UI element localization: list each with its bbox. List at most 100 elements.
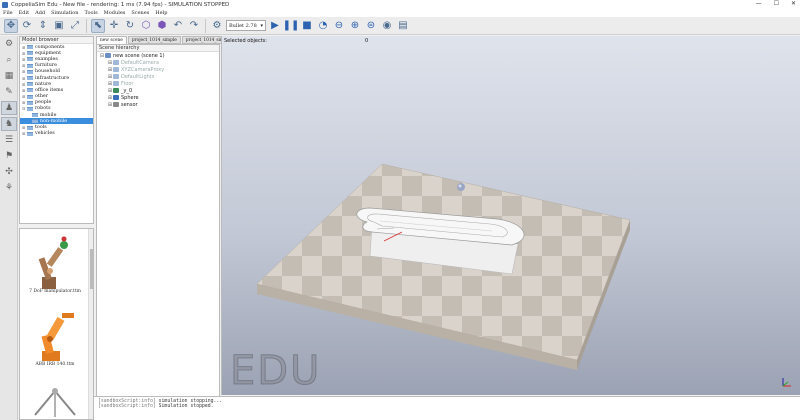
window-title: CoppeliaSim Edu - New file - rendering: … bbox=[11, 1, 230, 8]
folder-icon bbox=[27, 125, 33, 130]
hierarchy-item-label: DefaultLights bbox=[121, 73, 155, 80]
edu-watermark: EDU bbox=[229, 348, 322, 395]
hierarchy-item[interactable]: ⊞ _y_0 bbox=[97, 87, 219, 94]
shapes-edit-icon[interactable]: ♟ bbox=[1, 101, 17, 115]
hierarchy-item[interactable]: ⊞ DefaultLights bbox=[97, 73, 219, 80]
page-selector-icon[interactable]: ▤ bbox=[396, 19, 410, 33]
menu-file[interactable]: File bbox=[3, 10, 13, 16]
model-browser-toggle-icon[interactable]: ⚑ bbox=[1, 149, 17, 163]
paths-edit-icon[interactable]: ♞ bbox=[1, 117, 17, 131]
industrial-robot-icon bbox=[41, 313, 74, 361]
speed-up-icon[interactable]: ⊕ bbox=[348, 19, 362, 33]
scene-tab[interactable]: new scene bbox=[96, 36, 127, 44]
start-simulation-icon[interactable]: ▶ bbox=[268, 19, 282, 33]
redo-icon[interactable]: ↷ bbox=[187, 19, 201, 33]
shape-icon bbox=[113, 95, 119, 100]
folder-icon bbox=[27, 131, 33, 136]
object-shift-icon[interactable]: ✛ bbox=[107, 19, 121, 33]
hierarchy-item[interactable]: ⊞ Floor bbox=[97, 80, 219, 87]
maximize-button[interactable]: ☐ bbox=[774, 0, 779, 7]
click-select-icon[interactable]: ⬉ bbox=[91, 18, 105, 33]
slow-down-icon[interactable]: ⊖ bbox=[332, 19, 346, 33]
hierarchy-item-label: Floor bbox=[121, 80, 134, 87]
menu-add[interactable]: Add bbox=[35, 10, 45, 16]
physics-engine-icon: ⚙ bbox=[212, 20, 222, 31]
visualization-toggle-icon[interactable]: ◉ bbox=[380, 19, 394, 33]
folder-icon bbox=[27, 63, 33, 68]
folder-icon bbox=[27, 88, 33, 93]
left-toolbar: ⚙ ⌕ ▦ ✎ ♟ ♞ ☰ ⚑ ✣ ⚘ bbox=[0, 36, 18, 420]
folder-icon bbox=[27, 106, 33, 111]
folder-icon bbox=[32, 113, 38, 118]
main-toolbar: ✥ ⟳ ⇕ ▣ ⤢ ⬉ ✛ ↻ ⬡ ⬢ ↶ ↷ ⚙ Bullet 2.78 ▾ … bbox=[0, 17, 800, 35]
real-time-icon[interactable]: ◔ bbox=[316, 19, 330, 33]
model-thumbnail[interactable] bbox=[20, 385, 90, 419]
camera-pan-icon[interactable]: ✥ bbox=[4, 18, 18, 33]
camera-opening-icon[interactable]: ▣ bbox=[52, 19, 66, 33]
model-thumbnail-panel: 7 DoF manipulator.ttm ABB IRB 140.ttm bbox=[19, 228, 94, 420]
thumbnail-scrollbar[interactable] bbox=[88, 229, 93, 419]
toolbar-separator bbox=[86, 18, 87, 33]
hierarchy-item[interactable]: ⊞ sensor bbox=[97, 101, 219, 108]
fit-to-view-icon[interactable]: ⤢ bbox=[68, 19, 82, 33]
3d-viewport[interactable]: Selected objects: 0 EDU bbox=[221, 36, 800, 395]
thumbnail-label: 7 DoF manipulator.ttm bbox=[29, 289, 81, 294]
folder-icon bbox=[27, 82, 33, 87]
threaded-rendering-icon[interactable]: ⊜ bbox=[364, 19, 378, 33]
menu-scenes[interactable]: Scenes bbox=[131, 10, 149, 16]
menu-edit[interactable]: Edit bbox=[19, 10, 29, 16]
selection-icon[interactable]: ☰ bbox=[1, 133, 17, 147]
menu-tools[interactable]: Tools bbox=[85, 10, 98, 16]
stop-simulation-icon[interactable]: ■ bbox=[300, 19, 314, 33]
collections-icon[interactable]: ▦ bbox=[1, 69, 17, 83]
status-console[interactable]: [sandboxScript:info] simulation stopping… bbox=[94, 396, 800, 420]
hierarchy-item-label: new scene (scene 1) bbox=[113, 52, 165, 59]
calculation-modules-icon[interactable]: ⌕ bbox=[1, 53, 17, 67]
scene-hierarchy: Scene hierarchy ⊟ new scene (scene 1) ⊞ Def… bbox=[96, 44, 220, 420]
axes-indicator-icon bbox=[782, 378, 791, 387]
physics-engine-value: Bullet 2.78 bbox=[229, 22, 257, 29]
app-logo-icon bbox=[2, 1, 8, 8]
hierarchy-item-label: Sphere bbox=[121, 94, 139, 101]
menu-modules[interactable]: Modules bbox=[104, 10, 126, 16]
console-line: [sandboxScript:info] Simulation stopped. bbox=[98, 404, 214, 409]
menu-simulation[interactable]: Simulation bbox=[51, 10, 78, 16]
model-browser: Model browser ⊞ components ⊞ equipment ⊞ ex… bbox=[19, 36, 94, 224]
menu-help[interactable]: Help bbox=[155, 10, 167, 16]
model-thumbnail[interactable] bbox=[20, 305, 90, 365]
robot-arm-icon bbox=[38, 236, 68, 289]
camera-rotate-icon[interactable]: ⟳ bbox=[20, 19, 34, 33]
hierarchy-item[interactable]: ⊟ new scene (scene 1) bbox=[97, 52, 219, 59]
pause-simulation-icon[interactable]: ❚❚ bbox=[283, 19, 300, 33]
hierarchy-item[interactable]: ⊞ XYZCameraProxy bbox=[97, 66, 219, 73]
scene-icon bbox=[105, 53, 111, 58]
scrollbar-thumb[interactable] bbox=[90, 249, 93, 289]
hierarchy-item[interactable]: ⊞ DefaultCamera bbox=[97, 59, 219, 66]
hierarchy-item-label: sensor bbox=[121, 101, 138, 108]
scene-hierarchy-toggle-icon[interactable]: ✣ bbox=[1, 165, 17, 179]
folder-icon bbox=[27, 69, 33, 74]
camera-icon bbox=[113, 60, 119, 65]
hierarchy-item-label: XYZCameraProxy bbox=[121, 66, 165, 73]
assemble-icon[interactable]: ⬡ bbox=[139, 19, 153, 33]
camera-shift-icon[interactable]: ⇕ bbox=[36, 19, 50, 33]
hierarchy-item[interactable]: ⊞ Sphere bbox=[97, 94, 219, 101]
model-browser-title: Model browser bbox=[20, 37, 93, 44]
folder-icon bbox=[27, 94, 33, 99]
physics-engine-select[interactable]: Bullet 2.78 ▾ bbox=[226, 20, 266, 31]
object-rotate-icon[interactable]: ↻ bbox=[123, 19, 137, 33]
minimize-button[interactable]: — bbox=[756, 0, 762, 7]
camera-icon bbox=[113, 67, 119, 72]
toolbar-separator bbox=[205, 18, 206, 33]
shape-icon bbox=[113, 88, 119, 93]
transfer-dna-icon[interactable]: ⬢ bbox=[155, 19, 169, 33]
close-button[interactable]: ✕ bbox=[791, 0, 796, 7]
undo-icon[interactable]: ↶ bbox=[171, 19, 185, 33]
scene-tab[interactable]: project_1014_simple bbox=[127, 36, 181, 44]
object-properties-icon[interactable]: ⚙ bbox=[1, 37, 17, 51]
folder-icon bbox=[27, 45, 33, 50]
scripts-icon[interactable]: ✎ bbox=[1, 85, 17, 99]
model-folder-item[interactable]: ⊞ vehicles bbox=[20, 131, 93, 137]
layers-icon[interactable]: ⚘ bbox=[1, 181, 17, 195]
model-thumbnail[interactable] bbox=[20, 233, 90, 293]
